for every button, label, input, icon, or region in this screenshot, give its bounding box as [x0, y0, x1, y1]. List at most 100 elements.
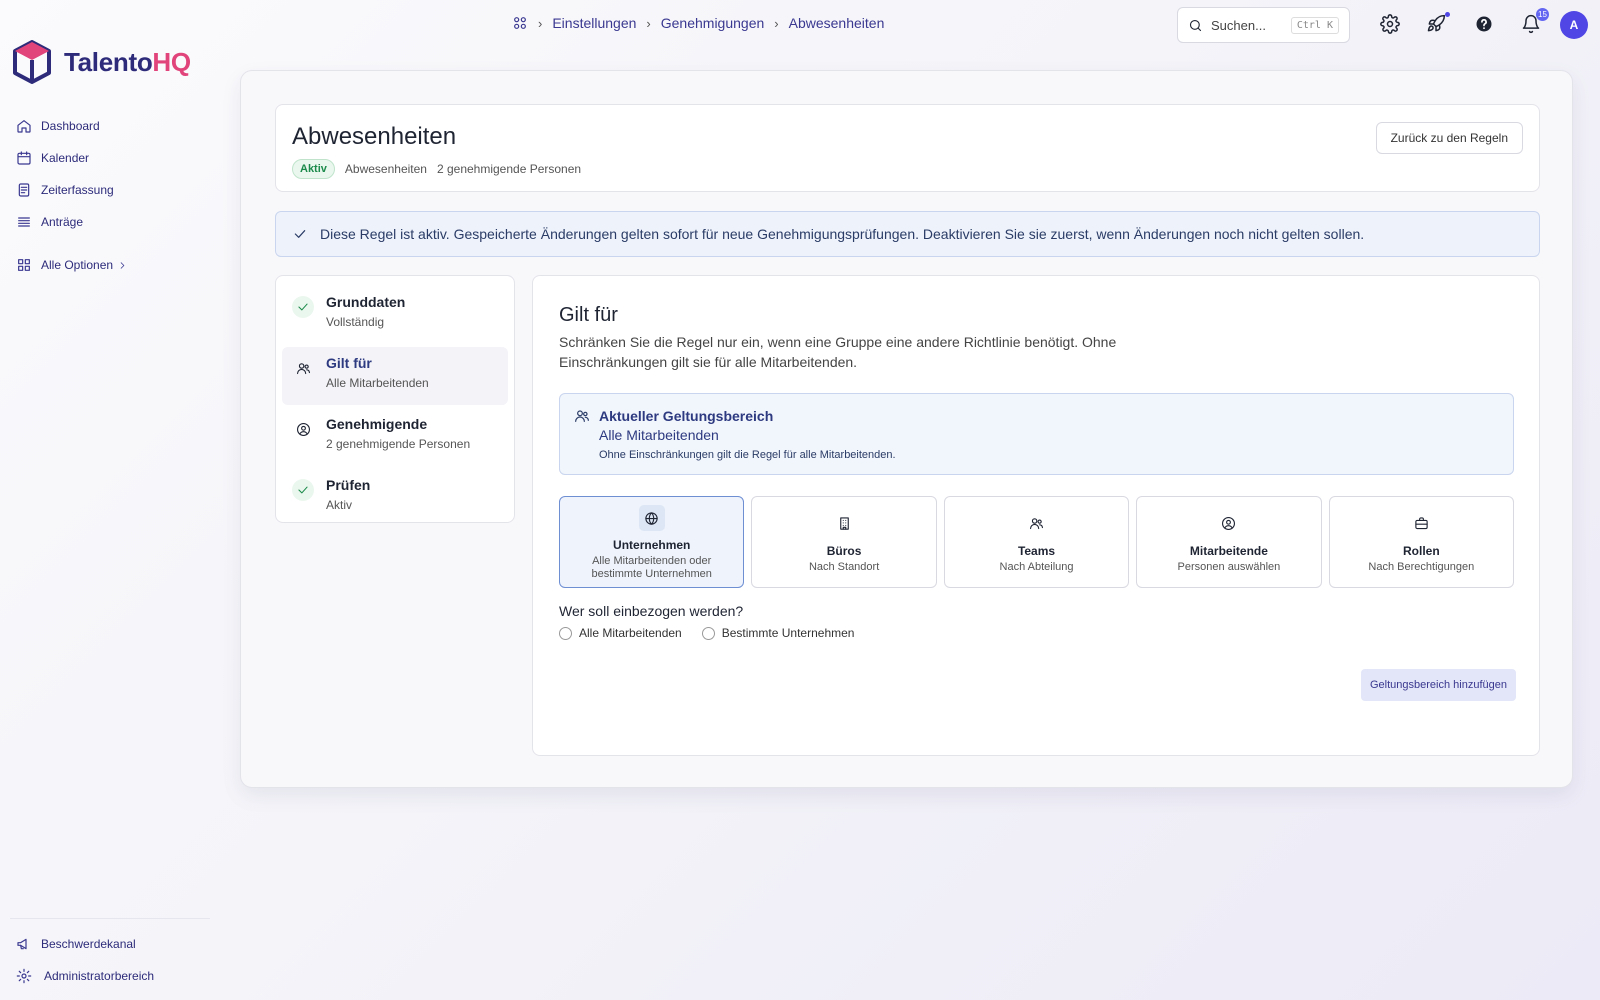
step-subtitle: 2 genehmigende Personen: [326, 437, 471, 451]
scope-option-unternehmen[interactable]: Unternehmen Alle Mitarbeitenden oder bes…: [559, 496, 745, 588]
list-icon: [18, 217, 30, 227]
breadcrumb-einstellungen[interactable]: Einstellungen: [552, 15, 636, 31]
sidebar-nav: Dashboard Kalender Zeiterfassung Anträge…: [16, 110, 216, 281]
active-rule-alert: Diese Regel ist aktiv. Gespeicherte Ände…: [275, 211, 1540, 257]
sidebar-item-all-options[interactable]: Alle Optionen: [16, 249, 216, 281]
update-dot: [1445, 12, 1450, 17]
help-button[interactable]: [1474, 14, 1496, 36]
rule-header: Abwesenheiten Aktiv Abwesenheiten 2 gene…: [275, 104, 1540, 192]
sidebar-item-beschwerdekanal[interactable]: Beschwerdekanal: [16, 928, 216, 960]
sidebar-item-label: Alle Optionen: [41, 258, 114, 272]
option-subtitle: Nach Standort: [808, 560, 880, 573]
step-subtitle: Alle Mitarbeitenden: [326, 376, 429, 390]
sidebar-item-label: Administratorbereich: [44, 969, 155, 983]
breadcrumb-separator: ›: [646, 15, 651, 31]
breadcrumb-abwesenheiten[interactable]: Abwesenheiten: [789, 15, 885, 31]
whats-new-button[interactable]: [1426, 12, 1450, 36]
notifications-button[interactable]: 15: [1521, 8, 1549, 36]
search-icon: [1189, 19, 1202, 31]
option-title: Büros: [826, 543, 862, 558]
step-title: Prüfen: [326, 477, 371, 493]
settings-button[interactable]: [1380, 14, 1402, 36]
radio-circle[interactable]: [701, 626, 715, 640]
sidebar-item-dashboard[interactable]: Dashboard: [16, 110, 216, 142]
globe-icon: [638, 505, 665, 531]
timesheet-icon: [18, 183, 30, 197]
rule-category: Abwesenheiten: [344, 162, 427, 176]
check-icon: [292, 296, 314, 318]
back-to-rules-button[interactable]: Zurück zu den Regeln: [1375, 122, 1523, 154]
search-shortcut: Ctrl K: [1290, 16, 1339, 34]
alert-text: Diese Regel ist aktiv. Gespeicherte Ände…: [320, 226, 1365, 242]
rule-meta: Aktiv Abwesenheiten 2 genehmigende Perso…: [292, 159, 581, 179]
person-circle-icon: [1216, 511, 1242, 537]
radio-alle-mitarbeitenden[interactable]: Alle Mitarbeitenden: [559, 626, 682, 640]
team-icon: [575, 410, 589, 422]
scope-note: Ohne Einschränkungen gilt die Regel für …: [599, 449, 896, 461]
scope-option-mitarbeitende[interactable]: Mitarbeitende Personen auswählen: [1136, 496, 1322, 588]
sidebar-bottom-nav: Beschwerdekanal Administratorbereich: [16, 928, 216, 992]
sidebar-item-administratorbereich[interactable]: Administratorbereich: [16, 960, 216, 992]
rule-approvers-count: 2 genehmigende Personen: [436, 162, 582, 176]
step-title: Gilt für: [326, 355, 372, 371]
scope-option-bueros[interactable]: Büros Nach Standort: [751, 496, 937, 588]
breadcrumb-genehmigungen[interactable]: Genehmigungen: [661, 15, 765, 31]
sidebar-item-label: Dashboard: [41, 119, 100, 133]
option-subtitle: Alle Mitarbeitenden oder bestimmte Unter…: [591, 555, 712, 580]
status-badge: Aktiv: [292, 159, 335, 179]
step-gilt-fuer[interactable]: Gilt für Alle Mitarbeitenden: [282, 347, 508, 405]
step-pruefen[interactable]: Prüfen Aktiv: [282, 469, 508, 527]
step-grunddaten[interactable]: Grunddaten Vollständig: [282, 286, 508, 344]
breadcrumb-separator: ›: [774, 15, 779, 31]
option-title: Rollen: [1402, 543, 1440, 558]
rocket-icon: [1427, 14, 1446, 32]
option-subtitle: Personen auswählen: [1177, 560, 1281, 573]
team-icon: [292, 357, 314, 379]
chevron-right-icon: [120, 261, 125, 269]
sidebar-item-label: Zeiterfassung: [41, 183, 114, 197]
sidebar-item-kalender[interactable]: Kalender: [16, 142, 216, 174]
radio-bestimmte-unternehmen[interactable]: Bestimmte Unternehmen: [701, 626, 855, 640]
sidebar-item-label: Kalender: [41, 151, 90, 165]
scope-section: Gilt für Schränken Sie die Regel nur ein…: [532, 275, 1540, 756]
gear-icon: [1380, 14, 1400, 34]
building-icon: [831, 511, 857, 537]
option-subtitle: Nach Berechtigungen: [1368, 560, 1475, 573]
option-title: Mitarbeitende: [1189, 543, 1268, 558]
add-scope-button[interactable]: Geltungsbereich hinzufügen: [1361, 669, 1516, 701]
search-placeholder: Suchen...: [1211, 17, 1266, 33]
app-logo[interactable]: TalentoHQ: [12, 40, 191, 84]
option-title: Teams: [1017, 543, 1056, 558]
cube-logo-icon: [13, 40, 51, 84]
step-genehmigende[interactable]: Genehmigende 2 genehmigende Personen: [282, 408, 508, 466]
radio-circle[interactable]: [559, 626, 572, 640]
check-icon: [294, 230, 306, 238]
wizard-steps: Grunddaten Vollständig Gilt für Alle Mitar…: [275, 275, 515, 523]
step-title: Genehmigende: [326, 416, 428, 432]
sidebar-item-zeiterfassung[interactable]: Zeiterfassung: [16, 174, 216, 206]
breadcrumb: › Einstellungen › Genehmigungen › Abwese…: [512, 15, 884, 31]
radio-label: Alle Mitarbeitenden: [579, 626, 682, 640]
logo-main: Talento: [64, 46, 153, 77]
step-title: Grunddaten: [326, 294, 406, 310]
radio-label: Bestimmte Unternehmen: [721, 626, 855, 640]
home-icon: [17, 120, 31, 133]
sidebar-item-label: Beschwerdekanal: [41, 937, 136, 951]
apps-grid-icon[interactable]: [512, 15, 528, 31]
gear-icon: [16, 968, 32, 984]
grid-icon: [18, 259, 30, 271]
current-scope-box: Aktueller Geltungsbereich Alle Mitarbeit…: [559, 393, 1514, 475]
search-input[interactable]: Suchen... Ctrl K: [1177, 7, 1350, 43]
step-subtitle: Vollständig: [326, 315, 385, 329]
help-icon: [1476, 16, 1492, 32]
scope-option-rollen[interactable]: Rollen Nach Berechtigungen: [1328, 496, 1515, 588]
include-question: Wer soll einbezogen werden?: [559, 603, 744, 619]
scope-option-teams[interactable]: Teams Nach Abteilung: [943, 496, 1130, 588]
scope-type-options: Unternehmen Alle Mitarbeitenden oder bes…: [559, 496, 1515, 588]
section-title: Gilt für: [559, 304, 618, 326]
include-radio-group: Alle Mitarbeitenden Bestimmte Unternehme…: [559, 626, 854, 640]
option-subtitle: Nach Abteilung: [999, 560, 1074, 573]
avatar[interactable]: A: [1560, 11, 1588, 39]
option-title: Unternehmen: [613, 538, 691, 552]
sidebar-item-antraege[interactable]: Anträge: [16, 206, 216, 238]
